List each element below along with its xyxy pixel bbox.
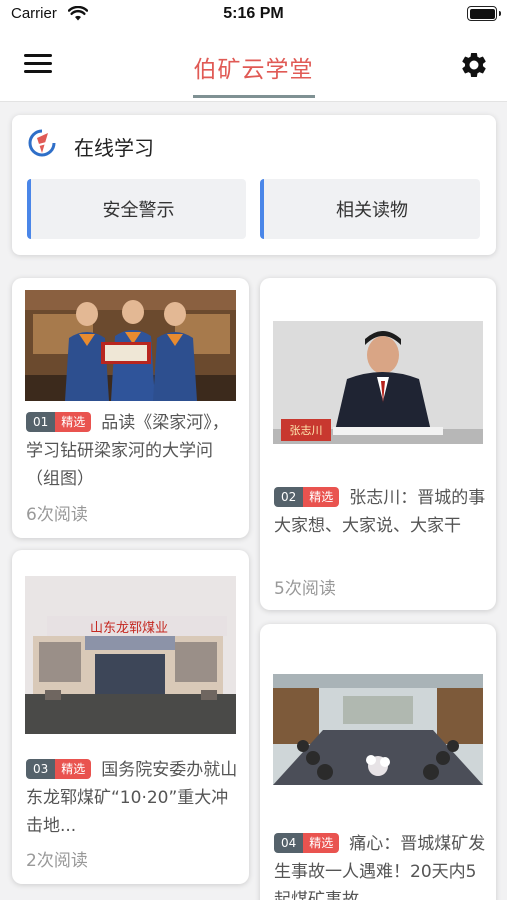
article-title-01: 01 精选 品读《梁家河》，学习钻研梁家河的大学问（组图） (26, 409, 241, 493)
battery-icon (467, 6, 501, 21)
gear-icon[interactable] (459, 50, 489, 80)
building-sign-text: 山东龙郓煤业 (90, 621, 168, 636)
article-number-badge: 02 (274, 487, 304, 507)
article-title-03: 03 精选 国务院安委办就山东龙郓煤矿“10·20”重大冲击地... (26, 756, 241, 840)
featured-badge: 精选 (303, 833, 340, 853)
featured-badge: 精选 (303, 487, 340, 507)
article-photo-03: 山东龙郓煤业 (25, 576, 236, 734)
featured-badge: 精选 (55, 759, 92, 779)
related-reading-button[interactable]: 相关读物 (260, 179, 480, 239)
article-card-03[interactable]: 山东龙郓煤业 03 精选 国务院安委办就山东龙郓煤矿“10·20”重大冲击地... … (12, 550, 249, 884)
article-card-04[interactable]: 04 精选 痛心：晋城煤矿发生事故一人遇难！20天内5起煤矿事故... (260, 624, 496, 900)
safety-warning-button[interactable]: 安全警示 (27, 179, 246, 239)
nameplate-text: 张志川 (290, 424, 323, 437)
online-study-title: 在线学习 (74, 136, 154, 160)
article-photo-01 (25, 290, 236, 401)
article-number-badge: 03 (26, 759, 56, 779)
article-title-04: 04 精选 痛心：晋城煤矿发生事故一人遇难！20天内5起煤矿事故... (274, 830, 489, 900)
title-underline (193, 95, 315, 98)
page-title: 伯矿云学堂 (193, 57, 314, 83)
read-count-02: 5次阅读 (274, 579, 336, 599)
status-time: 5:16 PM (223, 5, 284, 22)
featured-badge: 精选 (55, 412, 92, 432)
article-title-02: 02 精选 张志川：晋城的事大家想、大家说、大家干 (274, 484, 489, 540)
article-number-badge: 01 (26, 412, 56, 432)
status-bar: Carrier 5:16 PM (0, 0, 507, 30)
article-photo-04 (273, 674, 483, 785)
online-study-card: 在线学习 安全警示 相关读物 (12, 115, 496, 255)
article-number-badge: 04 (274, 833, 304, 853)
nav-bar: 伯矿云学堂 (0, 30, 507, 102)
logo-icon (28, 129, 56, 157)
article-card-01[interactable]: 01 精选 品读《梁家河》，学习钻研梁家河的大学问（组图） 6次阅读 (12, 278, 249, 538)
read-count-01: 6次阅读 (26, 505, 88, 525)
read-count-03: 2次阅读 (26, 851, 88, 871)
article-card-02[interactable]: 张志川 02 精选 张志川：晋城的事大家想、大家说、大家干 5次阅读 (260, 278, 496, 610)
article-photo-02: 张志川 (273, 321, 483, 444)
